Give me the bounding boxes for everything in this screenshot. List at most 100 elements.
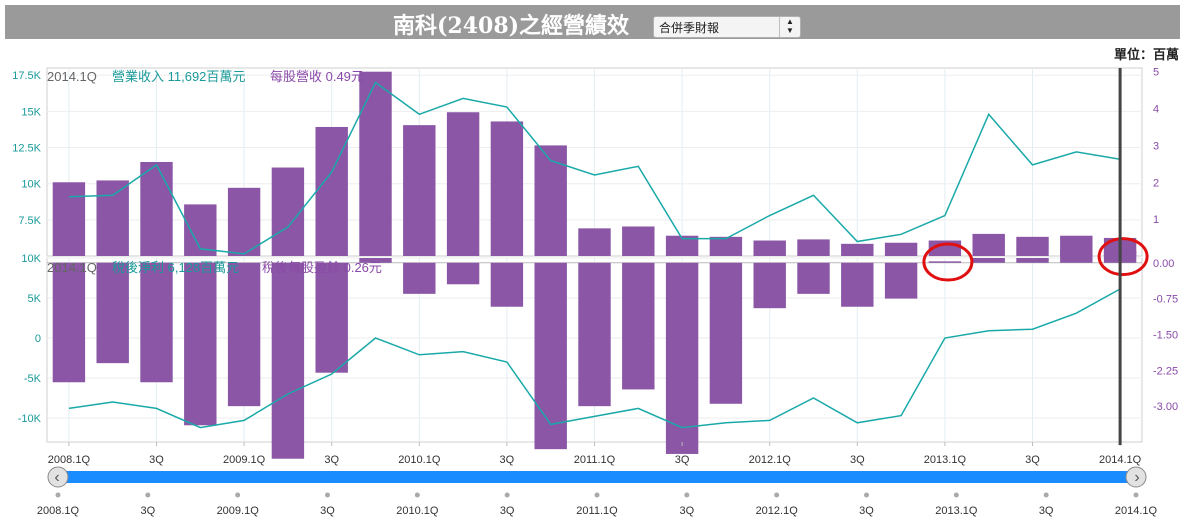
bottom-bar [184,262,217,426]
chevron-left-icon: ‹ [54,469,59,486]
navigator-dot [145,492,151,498]
x-tick-label: 3Q [1025,454,1040,466]
x-tick-label: 2009.1Q [223,454,266,466]
top-bar [315,126,348,256]
bottom-bar [622,262,655,390]
x-tick-label: 3Q [850,454,865,466]
legend-top-eps: 每股營收 0.49元 [270,69,364,84]
bottom-bar [753,262,786,309]
x-tick-label: 3Q [149,454,164,466]
top-bar [140,162,173,256]
top-bar [227,187,261,256]
top-bar [403,125,436,256]
bottom-bar [884,262,918,299]
x-tick-label: 3Q [500,454,515,466]
x-tick-label: 3Q [324,454,339,466]
top-right-tick: 1 [1153,214,1159,226]
x-tick-label: 3Q [675,454,690,466]
navigator-range[interactable] [58,471,1136,483]
top-bar [490,121,524,256]
chevron-right-icon: › [1134,469,1139,486]
bottom-left-tick: 10K [21,253,41,265]
legend-bottom-net: 稅後淨利 6,128百萬元 [112,260,239,275]
navigator-dot [325,492,330,498]
bottom-left-tick: -10K [18,413,42,425]
navigator-label: 3Q [500,505,515,517]
bottom-bar [665,262,699,454]
top-bar [52,182,86,256]
bottom-right-tick: -3.00 [1153,401,1178,413]
top-right-tick: 2 [1153,177,1159,189]
bottom-right-tick: -0.75 [1153,294,1178,306]
bottom-left-tick: 5K [28,293,42,305]
legend-bottom-period: 2014.1Q [47,260,97,275]
bottom-bar [709,262,743,404]
bottom-bar [972,258,1005,263]
x-tick-label: 2010.1Q [398,454,441,466]
navigator-label: 3Q [320,505,335,517]
legend-top-revenue: 營業收入 11,692百萬元 [112,69,245,84]
bottom-bar [534,262,567,450]
top-bar [1016,236,1049,256]
x-tick-label: 2008.1Q [48,454,91,466]
navigator-label: 2012.1Q [756,505,799,517]
top-bar [359,71,392,256]
bottom-bar [271,262,305,459]
navigator-dot [594,492,600,498]
navigator-label: 2008.1Q [37,505,80,517]
top-left-tick: 15K [21,106,41,118]
navigator-label: 3Q [859,505,874,517]
top-left-tick: 7.5K [18,215,41,227]
navigator-dot [1133,492,1139,498]
bottom-bar [578,262,611,407]
x-tick-label: 2011.1Q [574,454,616,466]
x-tick-label: 2012.1Q [749,454,792,466]
bottom-bar [490,262,524,307]
top-bar [578,228,611,256]
performance-chart[interactable]: 17.5K 15K 12.5K 10K 7.5K 5 4 3 2 1 10K 5K 0 -5K -10K 0.… [0,0,1185,521]
top-bar [709,236,743,256]
bottom-bar [227,262,261,407]
bottom-bar [315,262,348,373]
navigator-dot [684,492,690,498]
bottom-bar [96,262,129,364]
bottom-bar [403,262,436,294]
navigator-dot [1043,492,1049,498]
top-right-tick: 5 [1153,67,1159,79]
bottom-bar [841,262,874,307]
navigator-label: 3Q [140,505,155,517]
bottom-bar [140,262,173,383]
bottom-bar [1060,249,1093,263]
bottom-bar [1016,258,1049,263]
top-bar [96,180,129,256]
legend-bottom-eps: 稅後每股盈餘 0.26元 [262,260,382,275]
x-tick-label: 2013.1Q [924,454,967,466]
navigator-dot [774,492,780,498]
navigator-label: 2009.1Q [217,505,260,517]
navigator-dot [414,492,420,498]
navigator-label: 2014.1Q [1115,505,1158,517]
top-bar [884,242,918,256]
navigator-dot [864,492,869,498]
navigator-label: 2010.1Q [396,505,439,517]
bottom-bar [446,262,480,285]
bottom-left-tick: -5K [24,373,42,385]
navigator-dot [953,492,959,498]
legend-top-period: 2014.1Q [47,69,97,84]
top-right-tick: 3 [1153,140,1159,152]
top-bar [446,112,480,256]
navigator-dot [55,492,61,498]
navigator-label: 2011.1Q [576,505,618,517]
bottom-left-tick: 0 [35,333,41,345]
top-left-tick: 17.5K [12,70,41,82]
bottom-right-tick: -1.50 [1153,329,1178,341]
navigator-dot [235,492,241,498]
top-bar [534,145,567,256]
top-left-tick: 10K [21,179,41,191]
top-bar [797,239,830,256]
bottom-right-tick: -2.25 [1153,365,1178,377]
bottom-bar [52,262,86,383]
x-tick-label: 2014.1Q [1099,454,1142,466]
bottom-bar [928,261,962,263]
top-bar [841,243,874,256]
